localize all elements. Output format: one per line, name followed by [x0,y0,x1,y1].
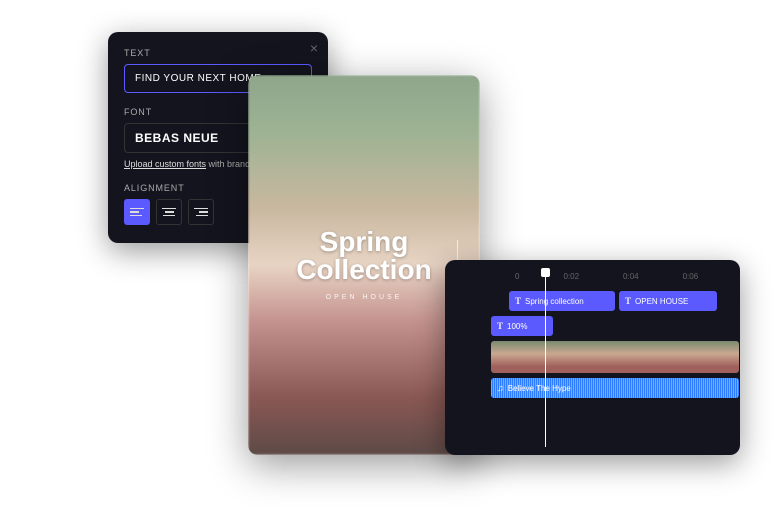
preview-subtitle: OPEN HOUSE [326,294,403,301]
zoom-clip[interactable]: T100% [491,316,553,336]
time-ruler[interactable]: 0 0:02 0:04 0:06 [457,272,740,281]
align-left-button[interactable] [124,199,150,225]
align-center-button[interactable] [156,199,182,225]
text-clip-openhouse[interactable]: TOPEN HOUSE [619,291,717,311]
playhead[interactable] [545,268,546,447]
close-icon[interactable]: × [310,40,318,56]
audio-clip[interactable]: ♫Believe The Hype [491,378,739,398]
text-icon: T [625,296,631,306]
font-value: BEBAS NEUE [135,131,219,145]
align-right-button[interactable] [188,199,214,225]
music-icon: ♫ [497,383,504,393]
timeline-panel: 0 0:02 0:04 0:06 TSpring collection TOPE… [445,260,740,455]
preview-title: SpringCollection [296,229,431,284]
text-clip-spring[interactable]: TSpring collection [509,291,615,311]
video-track[interactable] [491,341,739,373]
text-icon: T [515,296,521,306]
text-icon: T [497,321,503,331]
text-label: TEXT [124,48,312,58]
